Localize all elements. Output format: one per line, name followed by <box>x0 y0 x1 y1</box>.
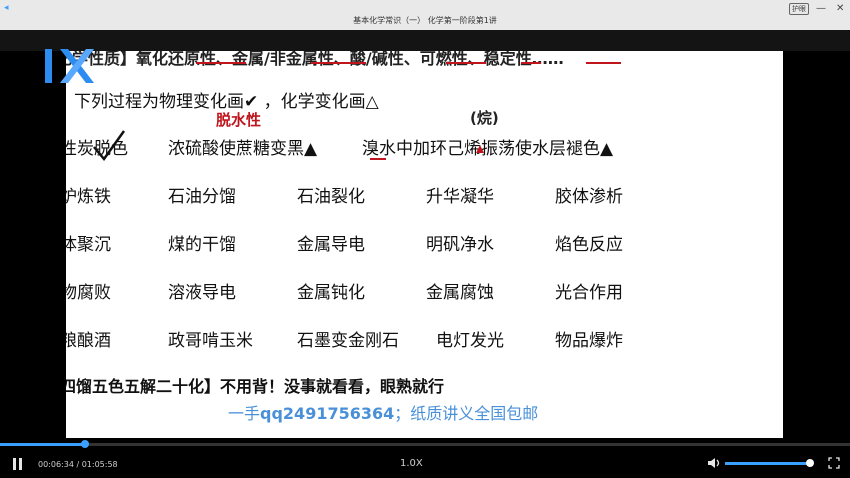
progress-fill <box>0 443 85 446</box>
title-bar: ◂ 基本化学常识（一） 化学第一阶段第1讲 护眼 — ✕ <box>0 0 850 30</box>
minimize-button[interactable]: — <box>816 3 826 14</box>
window-title: 基本化学常识（一） 化学第一阶段第1讲 <box>353 16 497 25</box>
time-separator: / <box>73 460 82 469</box>
check-mark <box>93 130 126 162</box>
brand-logo-icon <box>45 49 94 83</box>
speed-button[interactable]: 1.0X <box>400 458 423 469</box>
volume-knob[interactable] <box>806 459 814 467</box>
progress-knob[interactable] <box>81 440 89 448</box>
volume-fill <box>725 462 810 465</box>
watermark-prefix: 一手 <box>228 404 261 423</box>
watermark-qq: qq2491756364 <box>260 404 395 423</box>
app-icon: ◂ <box>4 3 9 13</box>
video-top-strip <box>0 30 850 51</box>
player-controls: 00:06:34 / 01:05:58 1.0X <box>0 438 850 478</box>
time-display: 00:06:34 / 01:05:58 <box>38 460 118 469</box>
volume-slider[interactable] <box>725 459 814 467</box>
lecture-slide: 化学性质】氧化还原性、金属/非金属性、酸/碱性、可燃性、稳定性…… 下列过程为物… <box>66 51 783 438</box>
triangle-mark <box>476 145 484 153</box>
eye-care-badge[interactable]: 护眼 <box>789 3 809 15</box>
pause-icon[interactable] <box>12 458 24 470</box>
fullscreen-icon[interactable] <box>828 457 840 469</box>
volume-icon[interactable] <box>707 457 721 469</box>
current-time: 00:06:34 <box>38 460 74 469</box>
watermark-suffix: ；纸质讲义全国包邮 <box>394 404 539 423</box>
bottom-note: 四馏五色五解二十化】不用背！没事就看看，眼熟就行 <box>66 377 445 396</box>
progress-bar[interactable] <box>0 440 850 448</box>
close-button[interactable]: ✕ <box>836 3 844 14</box>
watermark: 一手qq2491756364；纸质讲义全国包邮 <box>228 400 538 424</box>
total-time: 01:05:58 <box>81 460 118 469</box>
